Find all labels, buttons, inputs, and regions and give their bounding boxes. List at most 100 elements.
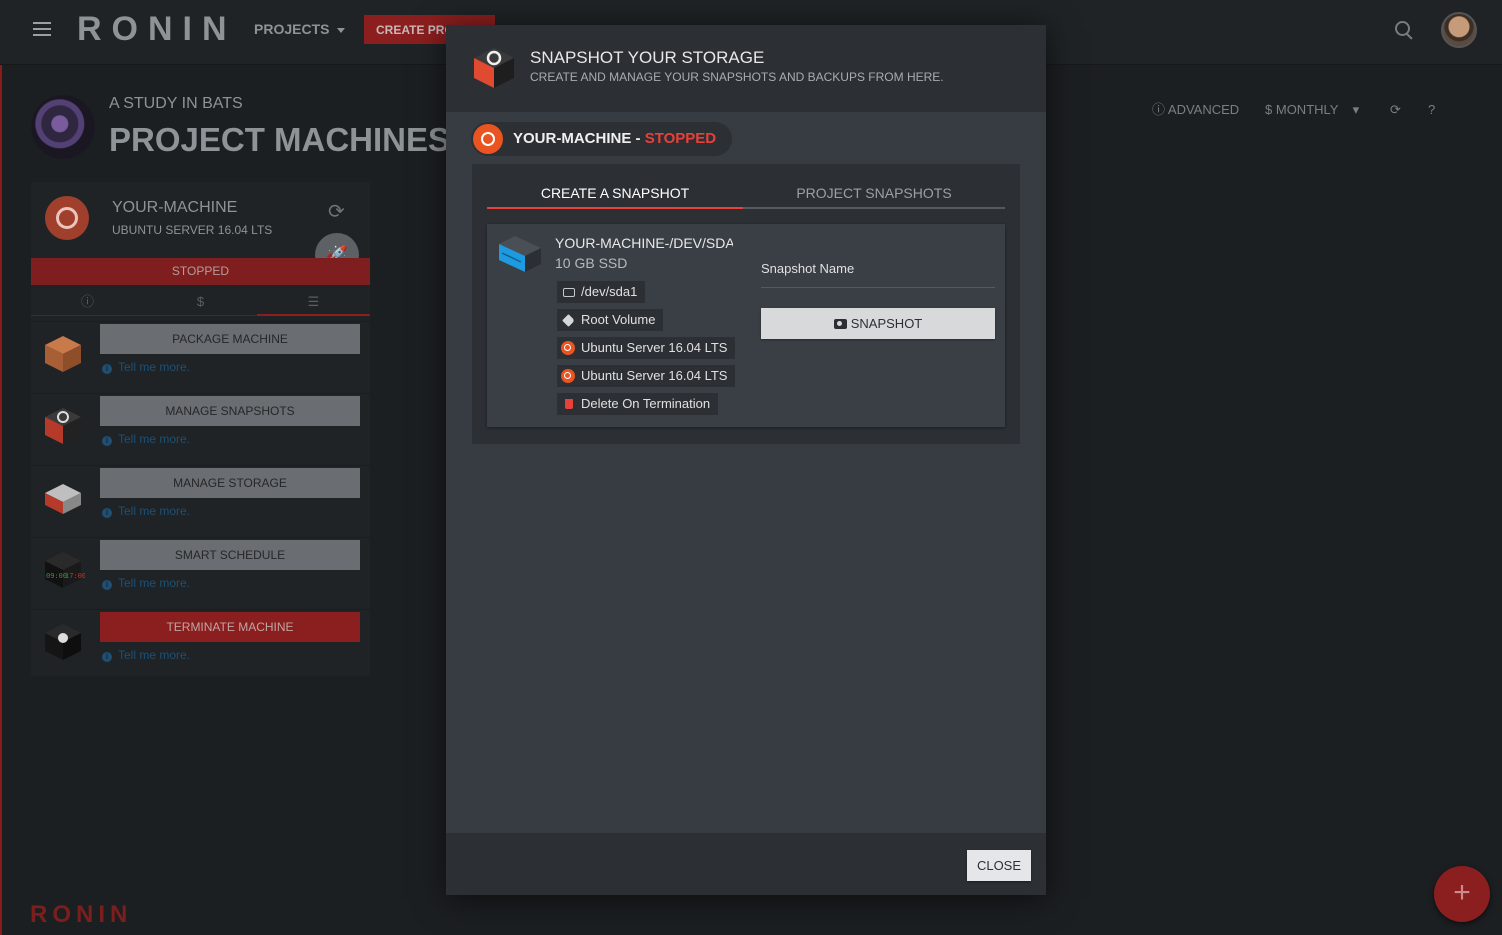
chip-os: Ubuntu Server 16.04 LTS [557,365,736,387]
package-cube-icon [45,336,81,372]
info-icon: i [102,436,112,446]
machine-card: YOUR-MACHINE UBUNTU SERVER 16.04 LTS ⟳ 🚀… [31,182,370,676]
app-logo[interactable]: RONIN [77,10,237,49]
modal-header: SNAPSHOT YOUR STORAGE CREATE AND MANAGE … [446,25,1046,112]
tell-me-more-label: Tell me more. [118,504,191,518]
tell-me-more-label: Tell me more. [118,432,191,446]
machine-status: STOPPED [644,130,717,147]
dollar-icon: $ [1265,102,1273,117]
snapshot-cube-icon [45,408,81,444]
schedule-end-time: 17:00 [65,572,85,580]
skull-cube-icon [45,624,81,660]
ubuntu-icon [473,124,503,154]
footer-logo: RONIN [30,901,133,928]
hard-drive-icon [563,288,575,297]
tell-me-more-link[interactable]: i Tell me more. [102,576,190,590]
advanced-label: ADVANCED [1167,102,1240,117]
manage-storage-button[interactable]: MANAGE STORAGE [100,468,360,498]
trash-icon [565,399,573,409]
action-row-storage: MANAGE STORAGE i Tell me more. [31,465,370,535]
machine-status-pill: YOUR-MACHINE - STOPPED [471,122,733,156]
tab-project-snapshots[interactable]: PROJECT SNAPSHOTS [743,177,1005,209]
camera-icon [833,319,847,329]
modal-footer: CLOSE [446,833,1046,895]
close-button[interactable]: CLOSE [967,850,1031,881]
projects-menu[interactable]: PROJECTS [254,21,346,37]
tab-cost[interactable]: $ [144,287,257,316]
tell-me-more-link[interactable]: i Tell me more. [102,504,190,518]
dollar-icon: $ [196,294,205,309]
tab-settings[interactable]: ☰ [257,287,370,316]
tab-info[interactable]: ⓘ [31,287,144,316]
info-icon: i [102,580,112,590]
modal-title: SNAPSHOT YOUR STORAGE [530,48,765,67]
hamburger-menu-icon[interactable] [33,22,51,36]
tell-me-more-label: Tell me more. [118,576,191,590]
smart-schedule-button[interactable]: SMART SCHEDULE [100,540,360,570]
action-row-package: PACKAGE MACHINE i Tell me more. [31,321,370,391]
snapshot-cube-icon [474,48,514,88]
info-icon: ⓘ [1152,102,1166,117]
add-button[interactable]: + [1434,866,1490,922]
snapshot-button-label: SNAPSHOT [850,316,923,331]
tab-create-snapshot[interactable]: CREATE A SNAPSHOT [487,177,743,209]
sliders-icon: ☰ [307,294,320,309]
plus-icon: + [1453,876,1471,909]
manage-snapshots-button[interactable]: MANAGE SNAPSHOTS [100,396,360,426]
action-row-snapshots: MANAGE SNAPSHOTS i Tell me more. [31,393,370,463]
chip-label: Ubuntu Server 16.04 LTS [581,368,728,383]
ubuntu-icon [45,196,89,240]
projects-menu-label: PROJECTS [254,21,330,37]
project-avatar [31,95,95,159]
chip-volume: Root Volume [557,309,664,331]
tell-me-more-link[interactable]: i Tell me more. [102,432,190,446]
chip-label: /dev/sda1 [581,284,638,299]
machine-name: YOUR-MACHINE [513,130,632,147]
ubuntu-icon [561,369,575,383]
snapshot-button[interactable]: SNAPSHOT [761,308,995,339]
snapshot-tabs: CREATE A SNAPSHOT PROJECT SNAPSHOTS [487,177,1005,209]
drive-card: YOUR-MACHINE-/DEV/SDA1 10 GB SSD /dev/sd… [487,224,1005,427]
chip-os: Ubuntu Server 16.04 LTS [557,337,736,359]
action-row-terminate: TERMINATE MACHINE i Tell me more. [31,609,370,679]
tell-me-more-label: Tell me more. [118,648,191,662]
ubuntu-icon [561,341,575,355]
info-icon: i [102,508,112,518]
refresh-icon[interactable]: ⟳ [1390,94,1401,126]
user-avatar[interactable] [1441,12,1477,48]
snapshot-name-label: Snapshot Name [761,261,855,276]
page-title: PROJECT MACHINES [109,121,451,158]
machine-status-bar: STOPPED [31,258,370,285]
billing-period-select[interactable]: $ MONTHLY ▾ [1265,94,1359,126]
drive-size: 10 GB SSD [555,255,628,271]
chip-label: Delete On Termination [581,396,711,411]
action-row-schedule: 09:00 17:00 SMART SCHEDULE i Tell me more… [31,537,370,607]
modal-subtitle: CREATE AND MANAGE YOUR SNAPSHOTS AND BAC… [530,70,944,84]
drive-name: YOUR-MACHINE-/DEV/SDA1 [555,235,733,251]
tell-me-more-link[interactable]: i Tell me more. [102,648,190,662]
advanced-button[interactable]: ⓘ ADVANCED [1152,94,1239,126]
help-icon[interactable]: ? [1428,94,1435,126]
tell-me-more-link[interactable]: i Tell me more. [102,360,190,374]
snapshot-panel: CREATE A SNAPSHOT PROJECT SNAPSHOTS YOUR… [472,164,1020,444]
schedule-start-time: 09:00 [46,572,67,580]
chip-delete-on-termination: Delete On Termination [557,393,719,415]
chip-device: /dev/sda1 [557,281,646,303]
terminate-machine-button[interactable]: TERMINATE MACHINE [100,612,360,642]
billing-period-label: MONTHLY [1275,102,1339,117]
tell-me-more-label: Tell me more. [118,360,191,374]
left-accent-edge [0,65,2,935]
machine-os: UBUNTU SERVER 16.04 LTS [112,223,273,237]
machine-name: YOUR-MACHINE [112,199,238,216]
snapshot-name-input[interactable] [761,278,995,288]
search-icon[interactable] [1395,21,1413,39]
refresh-icon[interactable]: ⟳ [328,199,345,224]
package-machine-button[interactable]: PACKAGE MACHINE [100,324,360,354]
info-icon: i [102,364,112,374]
chip-label: Ubuntu Server 16.04 LTS [581,340,728,355]
project-subtitle: A STUDY IN BATS [109,95,243,112]
ssd-drive-icon [499,236,541,272]
caret-down-icon: ▾ [1352,102,1360,117]
machine-card-tabs: ⓘ $ ☰ [31,287,370,316]
schedule-cube-icon: 09:00 17:00 [45,552,85,588]
